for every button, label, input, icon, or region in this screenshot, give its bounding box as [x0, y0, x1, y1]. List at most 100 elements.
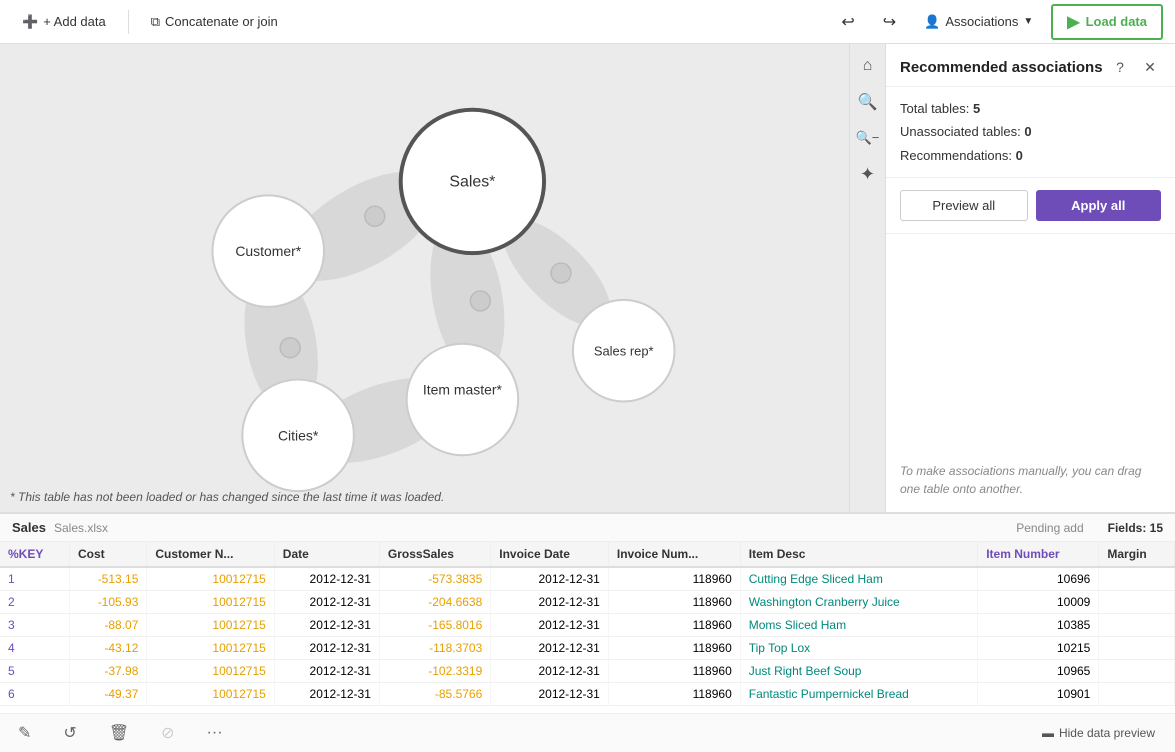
table-cell: -102.3319	[379, 660, 490, 683]
table-cell: 10009	[978, 591, 1099, 614]
col-item-desc[interactable]: Item Desc	[740, 542, 977, 567]
table-cell: Tip Top Lox	[740, 637, 977, 660]
row-key-link[interactable]: 5	[8, 664, 15, 678]
table-cell: 2	[0, 591, 70, 614]
table-cell: -85.5766	[379, 683, 490, 706]
hide-preview-button[interactable]: ▬ Hide data preview	[1034, 723, 1163, 743]
svg-text:Customer*: Customer*	[235, 243, 301, 259]
table-cell: Moms Sliced Ham	[740, 614, 977, 637]
table-cell: 2012-12-31	[274, 637, 379, 660]
canvas-area[interactable]: Sales* Customer* Item master* Sales rep*…	[0, 44, 885, 512]
zoom-out-button[interactable]: 🔍−	[854, 124, 882, 152]
table-cell: 2012-12-31	[274, 591, 379, 614]
table-cell: 118960	[608, 683, 740, 706]
col-customer[interactable]: Customer N...	[147, 542, 274, 567]
table-cell: 10012715	[147, 591, 274, 614]
table-cell: -105.93	[70, 591, 147, 614]
table-row: 5-37.98100127152012-12-31-102.33192012-1…	[0, 660, 1175, 683]
table-cell: Cutting Edge Sliced Ham	[740, 567, 977, 591]
table-cell	[1099, 591, 1175, 614]
recommendations-stat: Recommendations: 0	[900, 144, 1161, 167]
load-data-button[interactable]: ▶ Load data	[1051, 4, 1163, 40]
table-cell: 10012715	[147, 614, 274, 637]
table-cell: -43.12	[70, 637, 147, 660]
col-cost[interactable]: Cost	[70, 542, 147, 567]
table-cell: 2012-12-31	[274, 567, 379, 591]
edit-icon-button[interactable]: ✎	[12, 720, 37, 746]
help-icon-button[interactable]: ?	[1109, 56, 1131, 78]
col-key[interactable]: %KEY	[0, 542, 70, 567]
hide-icon: ▬	[1042, 726, 1054, 740]
col-date[interactable]: Date	[274, 542, 379, 567]
refresh-icon-button[interactable]: ↺	[57, 720, 82, 746]
preview-table: %KEY Cost Customer N... Date GrossSales …	[0, 542, 1175, 706]
redo-button[interactable]: ↪	[873, 6, 906, 38]
table-cell: 118960	[608, 637, 740, 660]
associations-button[interactable]: 👤 Associations ▼	[914, 8, 1043, 36]
load-data-label: Load data	[1086, 14, 1147, 29]
table-cell: 10012715	[147, 567, 274, 591]
col-invoice-date[interactable]: Invoice Date	[491, 542, 609, 567]
col-invoice-num[interactable]: Invoice Num...	[608, 542, 740, 567]
magic-button[interactable]: ✦	[854, 160, 882, 188]
row-key-link[interactable]: 3	[8, 618, 15, 632]
preview-table-wrap[interactable]: %KEY Cost Customer N... Date GrossSales …	[0, 542, 1175, 713]
unassociated-value: 0	[1024, 124, 1031, 139]
table-cell: 1	[0, 567, 70, 591]
filter-icon-button: ⊘	[155, 720, 180, 746]
close-icon-button[interactable]: ✕	[1139, 56, 1161, 78]
preview-status: Pending add	[1016, 521, 1083, 535]
table-cell: 3	[0, 614, 70, 637]
table-cell: 118960	[608, 591, 740, 614]
table-header-row: %KEY Cost Customer N... Date GrossSales …	[0, 542, 1175, 567]
home-icon-button[interactable]: ⌂	[854, 52, 882, 80]
more-icon-button[interactable]: ···	[201, 721, 229, 745]
zoom-in-button[interactable]: 🔍	[854, 88, 882, 116]
table-cell: -165.8016	[379, 614, 490, 637]
table-cell: -573.3835	[379, 567, 490, 591]
apply-all-button[interactable]: Apply all	[1036, 190, 1162, 221]
graph-svg: Sales* Customer* Item master* Sales rep*…	[0, 44, 885, 512]
table-cell: 2012-12-31	[491, 567, 609, 591]
preview-footer: ✎ ↺ 🗑 ⊘ ··· ▬ Hide data preview	[0, 713, 1175, 752]
table-cell: -37.98	[70, 660, 147, 683]
table-cell: 5	[0, 660, 70, 683]
right-panel: Recommended associations ? ✕ Total table…	[885, 44, 1175, 512]
table-cell: Just Right Beef Soup	[740, 660, 977, 683]
preview-all-button[interactable]: Preview all	[900, 190, 1028, 221]
row-key-link[interactable]: 6	[8, 687, 15, 701]
table-cell: -513.15	[70, 567, 147, 591]
col-gross-sales[interactable]: GrossSales	[379, 542, 490, 567]
table-cell: 118960	[608, 660, 740, 683]
undo-button[interactable]: ↩	[831, 6, 864, 38]
concatenate-button[interactable]: ⧉ Concatenate or join	[141, 8, 288, 36]
plus-icon: ➕	[22, 14, 38, 30]
table-cell: 2012-12-31	[491, 660, 609, 683]
unassociated-label: Unassociated tables:	[900, 124, 1021, 139]
table-cell: 10385	[978, 614, 1099, 637]
data-preview-panel: Sales Sales.xlsx Pending add Fields: 15 …	[0, 512, 1175, 752]
col-item-number[interactable]: Item Number	[978, 542, 1099, 567]
table-cell: 10965	[978, 660, 1099, 683]
preview-header: Sales Sales.xlsx Pending add Fields: 15	[0, 514, 1175, 542]
toolbar-right: ↩ ↪ 👤 Associations ▼ ▶ Load data	[831, 4, 1163, 40]
svg-text:Item master*: Item master*	[423, 382, 503, 398]
row-key-link[interactable]: 1	[8, 572, 15, 586]
table-cell: 6	[0, 683, 70, 706]
add-data-button[interactable]: ➕ + Add data	[12, 8, 116, 36]
row-key-link[interactable]: 2	[8, 595, 15, 609]
table-cell: 2012-12-31	[491, 614, 609, 637]
table-row: 3-88.07100127152012-12-31-165.80162012-1…	[0, 614, 1175, 637]
table-cell	[1099, 660, 1175, 683]
table-cell: 2012-12-31	[491, 637, 609, 660]
panel-title: Recommended associations	[900, 59, 1109, 76]
panel-actions: Preview all Apply all	[886, 178, 1175, 234]
table-cell: 2012-12-31	[274, 683, 379, 706]
col-margin[interactable]: Margin	[1099, 542, 1175, 567]
delete-icon-button[interactable]: 🗑	[103, 720, 135, 746]
concat-icon: ⧉	[151, 14, 160, 30]
row-key-link[interactable]: 4	[8, 641, 15, 655]
table-cell: 10901	[978, 683, 1099, 706]
table-row: 6-49.37100127152012-12-31-85.57662012-12…	[0, 683, 1175, 706]
table-cell	[1099, 637, 1175, 660]
